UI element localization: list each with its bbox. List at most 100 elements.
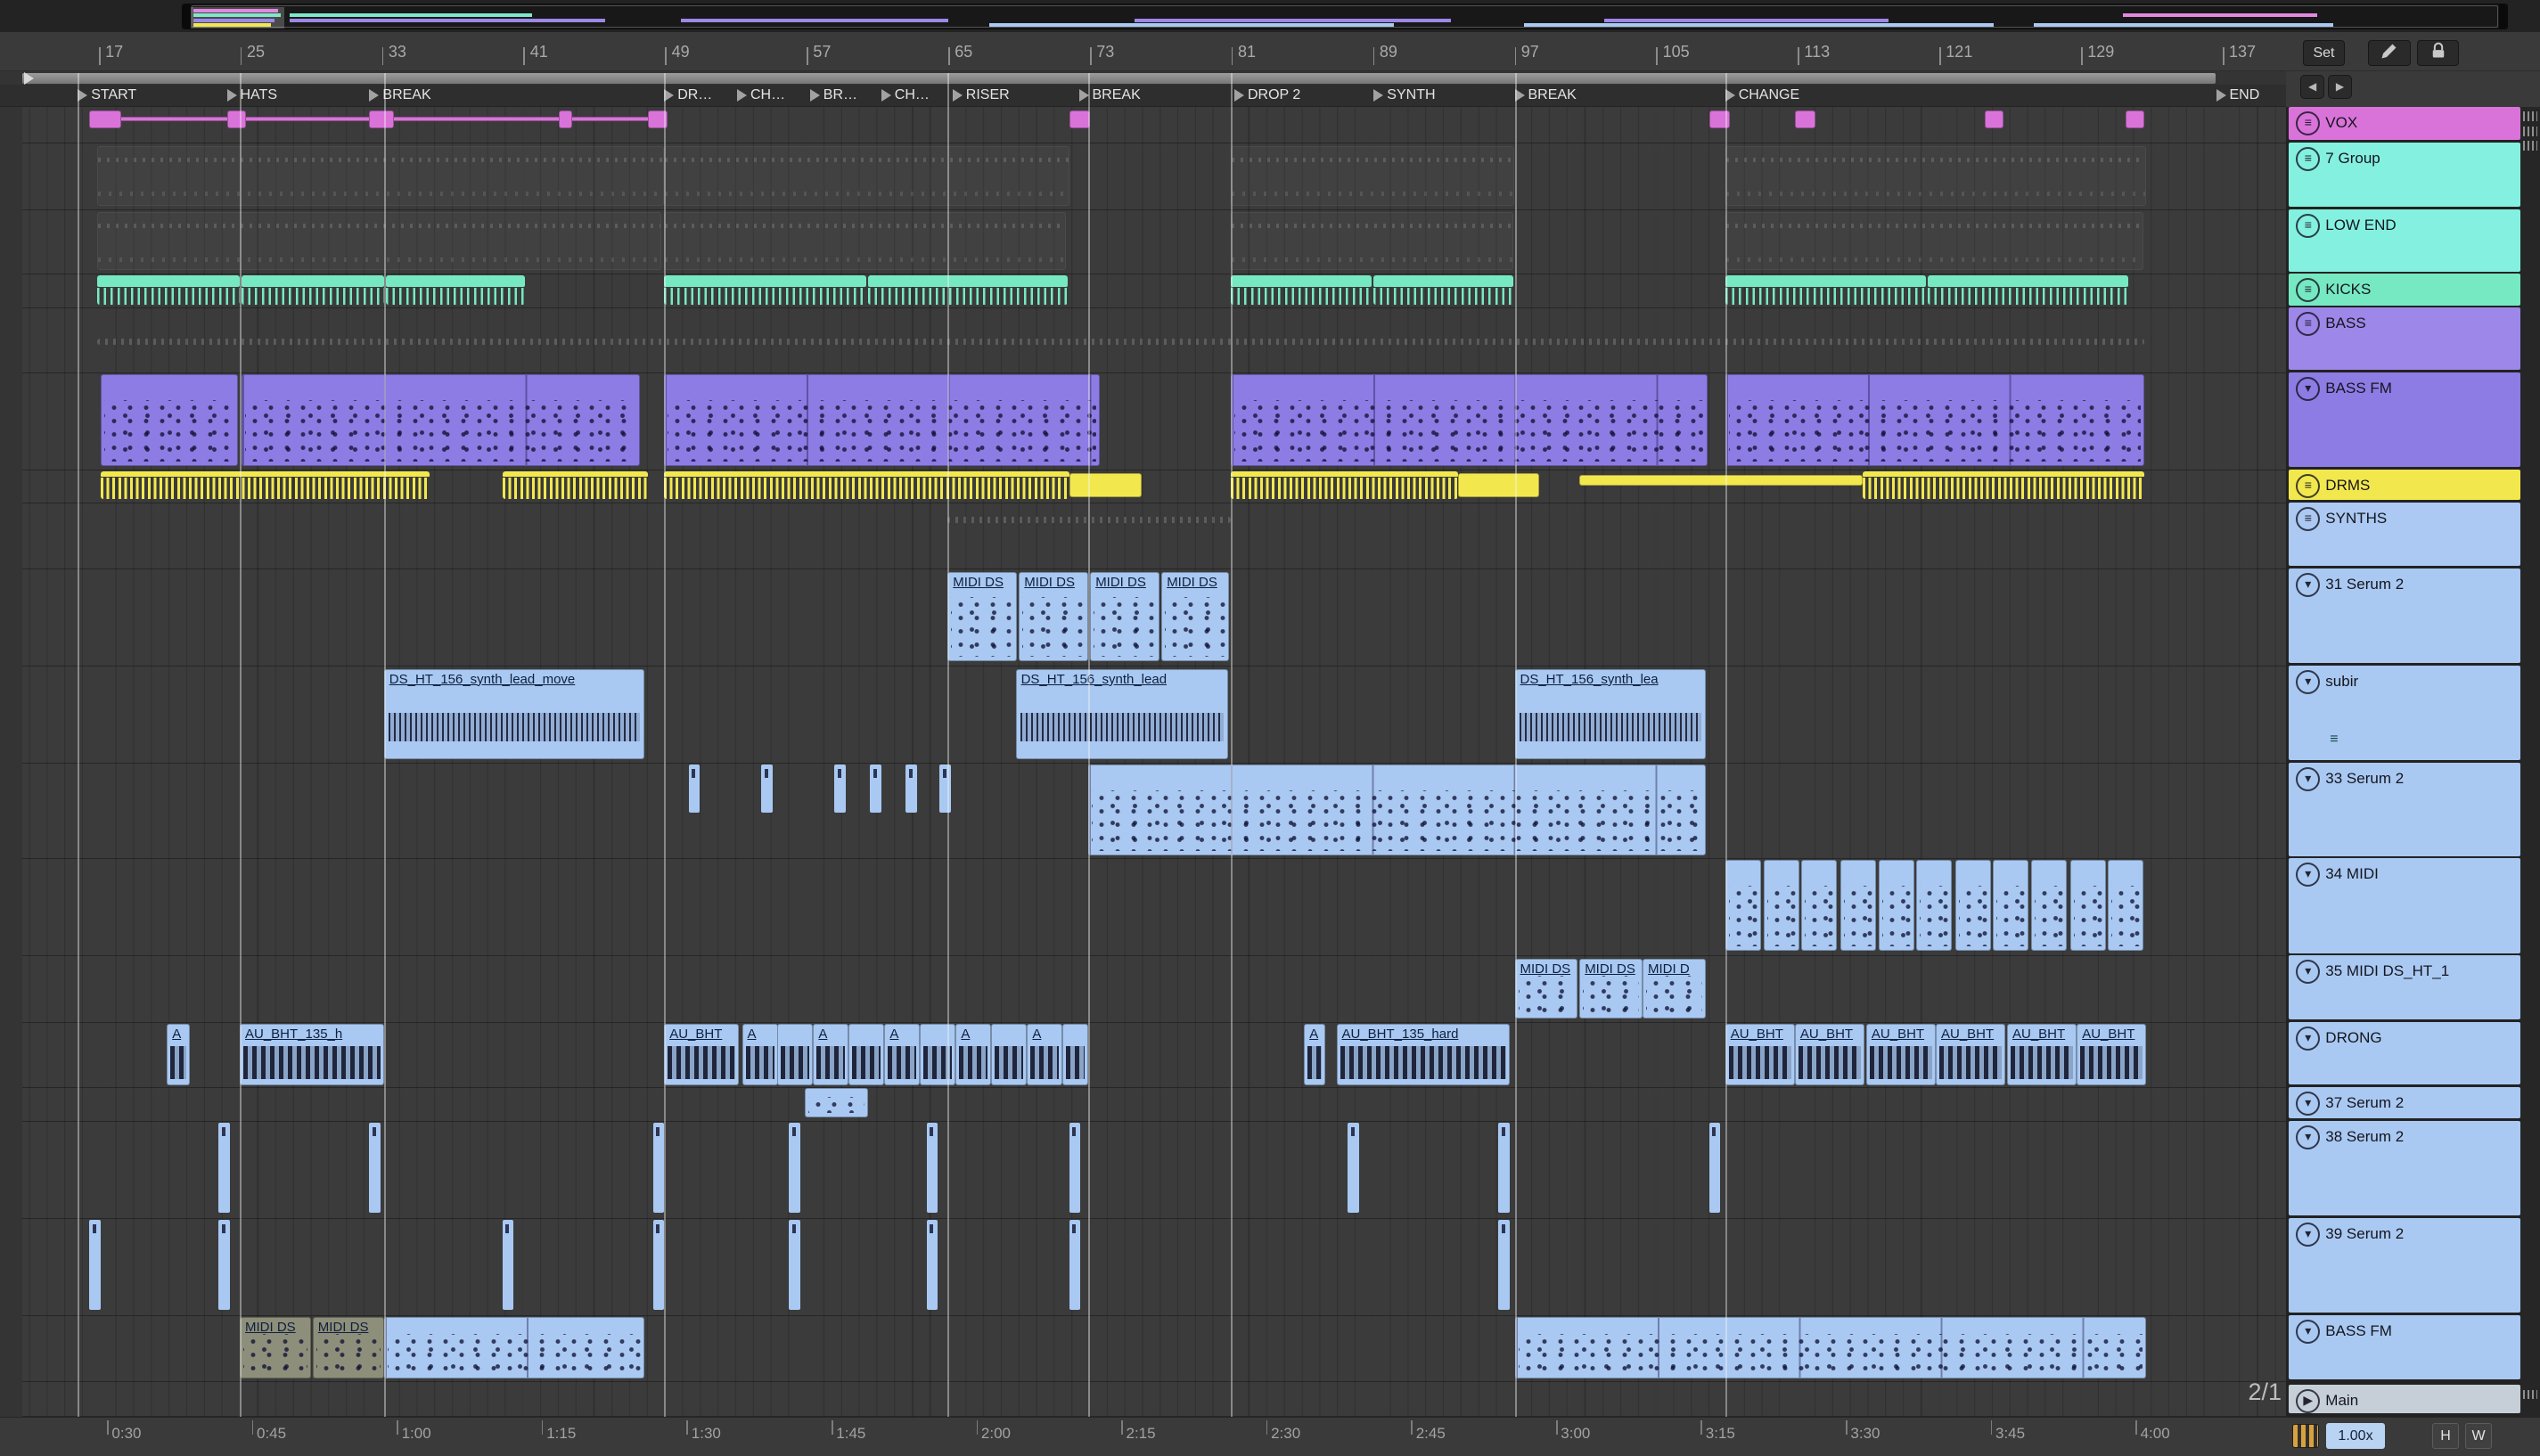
overview-handle-right[interactable] [2498,4,2507,29]
track-collapse-icon[interactable]: ▾ [2296,1222,2321,1247]
clip[interactable] [100,470,430,499]
lock-button[interactable] [2417,40,2459,66]
track-collapse-icon[interactable]: ▾ [2296,863,2321,888]
locator-end[interactable]: END [2216,85,2259,106]
clip-ds-ht-156-synth-lead[interactable]: DS_HT_156_synth_lead [1015,668,1228,760]
track-collapse-icon[interactable]: ▾ [2296,1319,2321,1344]
clip[interactable] [789,1219,800,1311]
locator-change[interactable]: CHANGE [1725,85,1799,106]
locator-drop-2[interactable]: DROP 2 [1234,85,1300,106]
track-fold-icon[interactable]: ≡ [2296,213,2321,238]
clip[interactable] [1231,275,1372,305]
track-header-synths[interactable]: ≡ SYNTHS [2289,502,2521,567]
locator-break[interactable]: BREAK [369,85,431,106]
clip[interactable] [97,275,240,305]
track-header-39-serum-2[interactable]: ▾ 39 Serum 2 [2289,1217,2521,1313]
clip[interactable] [1457,472,1539,497]
clip[interactable] [1725,860,1761,951]
clip[interactable] [664,373,1101,467]
clip[interactable] [1708,1122,1721,1214]
zoom-width-button[interactable]: W [2465,1423,2492,1449]
clip[interactable] [1725,275,1927,305]
clip[interactable] [1879,860,1915,951]
clip[interactable] [1231,212,1513,271]
clip[interactable] [1992,860,2028,951]
clip-midi-ds[interactable]: MIDI DS [312,1316,384,1378]
clip-a[interactable]: A [884,1023,921,1085]
clip-midi-ds[interactable]: MIDI DS [1019,571,1089,661]
clip[interactable] [369,110,394,128]
track-header-34-midi[interactable]: ▾ 34 MIDI [2289,858,2521,953]
clip[interactable] [1088,764,1706,855]
locator-lane[interactable] [0,84,2286,107]
zoom-height-button[interactable]: H [2432,1423,2459,1449]
clip-midi-ds[interactable]: MIDI DS [1161,571,1230,661]
track-header-drms[interactable]: ≡ DRMS [2289,470,2521,500]
track-header-31-serum-2[interactable]: ▾ 31 Serum 2 [2289,568,2521,664]
clip[interactable] [1062,1023,1089,1085]
clip[interactable] [761,764,773,814]
clip-midi-ds[interactable]: MIDI DS [1090,571,1160,661]
clip[interactable] [1498,1122,1510,1214]
clip[interactable] [1514,1316,2147,1378]
track-header-main[interactable]: ▶ Main [2289,1385,2521,1413]
clip-ds-ht-156-synth-lea[interactable]: DS_HT_156_synth_lea [1514,668,1706,760]
clip[interactable] [1863,470,2145,499]
track-fold-icon[interactable]: ≡ [2296,111,2321,135]
clip-au-bht-135-hard[interactable]: AU_BHT_135_hard [1336,1023,1510,1085]
clip[interactable] [1801,860,1838,951]
locator-riser[interactable]: RISER [952,85,1010,106]
bar-ruler[interactable] [0,32,2540,71]
arrangement-overview[interactable] [181,3,2508,29]
zoom-amount-chip[interactable]: 1.00x [2326,1423,2385,1449]
track-fold-icon[interactable]: ≡ [2296,506,2321,531]
clip-ds-ht-156-synth-lead-move[interactable]: DS_HT_156_synth_lead_move [383,668,645,760]
clip[interactable] [1348,1122,1359,1214]
clip[interactable] [926,1122,938,1214]
track-header-35-midi-ds-ht-1[interactable]: ▾ 35 MIDI DS_HT_1 [2289,955,2521,1020]
clip-midi-ds[interactable]: MIDI DS [240,1316,311,1378]
clip[interactable] [652,1122,665,1214]
clip[interactable] [1231,373,1708,467]
clip[interactable] [688,764,701,814]
clip[interactable] [834,764,846,814]
clip[interactable] [502,1219,514,1311]
play-icon[interactable]: ▶ [2296,1389,2321,1413]
clip[interactable] [991,1023,1028,1085]
clip[interactable] [385,275,525,305]
clip[interactable] [870,764,881,814]
clip-a[interactable]: A [955,1023,992,1085]
track-fold-icon[interactable]: ≡ [2296,474,2321,499]
clip-au-bht-135-h[interactable]: AU_BHT_135_h [240,1023,384,1085]
clip[interactable] [848,1023,885,1085]
clip[interactable] [777,1023,814,1085]
clip[interactable] [97,145,665,206]
track-fold-icon[interactable]: ≡ [2296,278,2321,303]
clip[interactable] [1839,860,1876,951]
scrub-bar[interactable] [22,72,2216,85]
track-header-bass[interactable]: ≡ BASS [2289,307,2521,371]
clip[interactable] [920,1023,956,1085]
clip[interactable] [89,110,122,128]
clip[interactable] [2031,860,2068,951]
clip[interactable] [1927,275,2129,305]
track-header-33-serum-2[interactable]: ▾ 33 Serum 2 [2289,763,2521,856]
previous-locator-button[interactable]: ◀ [2300,74,2325,99]
track-collapse-icon[interactable]: ▾ [2296,960,2321,985]
clip[interactable] [502,470,649,499]
track-fold-icon[interactable]: ≡ [2296,146,2321,171]
track-collapse-icon[interactable]: ▾ [2296,573,2321,597]
track-header-subir[interactable]: ▾ subir ≡ [2289,666,2521,761]
clip[interactable] [1794,110,1816,128]
track-header-drong[interactable]: ▾ DRONG [2289,1021,2521,1084]
clip[interactable] [1764,860,1800,951]
clip[interactable] [218,1219,231,1311]
clip[interactable] [664,275,867,305]
clip-a[interactable]: A [813,1023,849,1085]
clip[interactable] [1725,145,2147,206]
clip[interactable] [905,764,917,814]
track-header-low-end[interactable]: ≡ LOW END [2289,209,2521,272]
track-header-38-serum-2[interactable]: ▾ 38 Serum 2 [2289,1120,2521,1216]
clip-au-bht[interactable]: AU_BHT [1865,1023,1937,1085]
clip[interactable] [369,1122,381,1214]
